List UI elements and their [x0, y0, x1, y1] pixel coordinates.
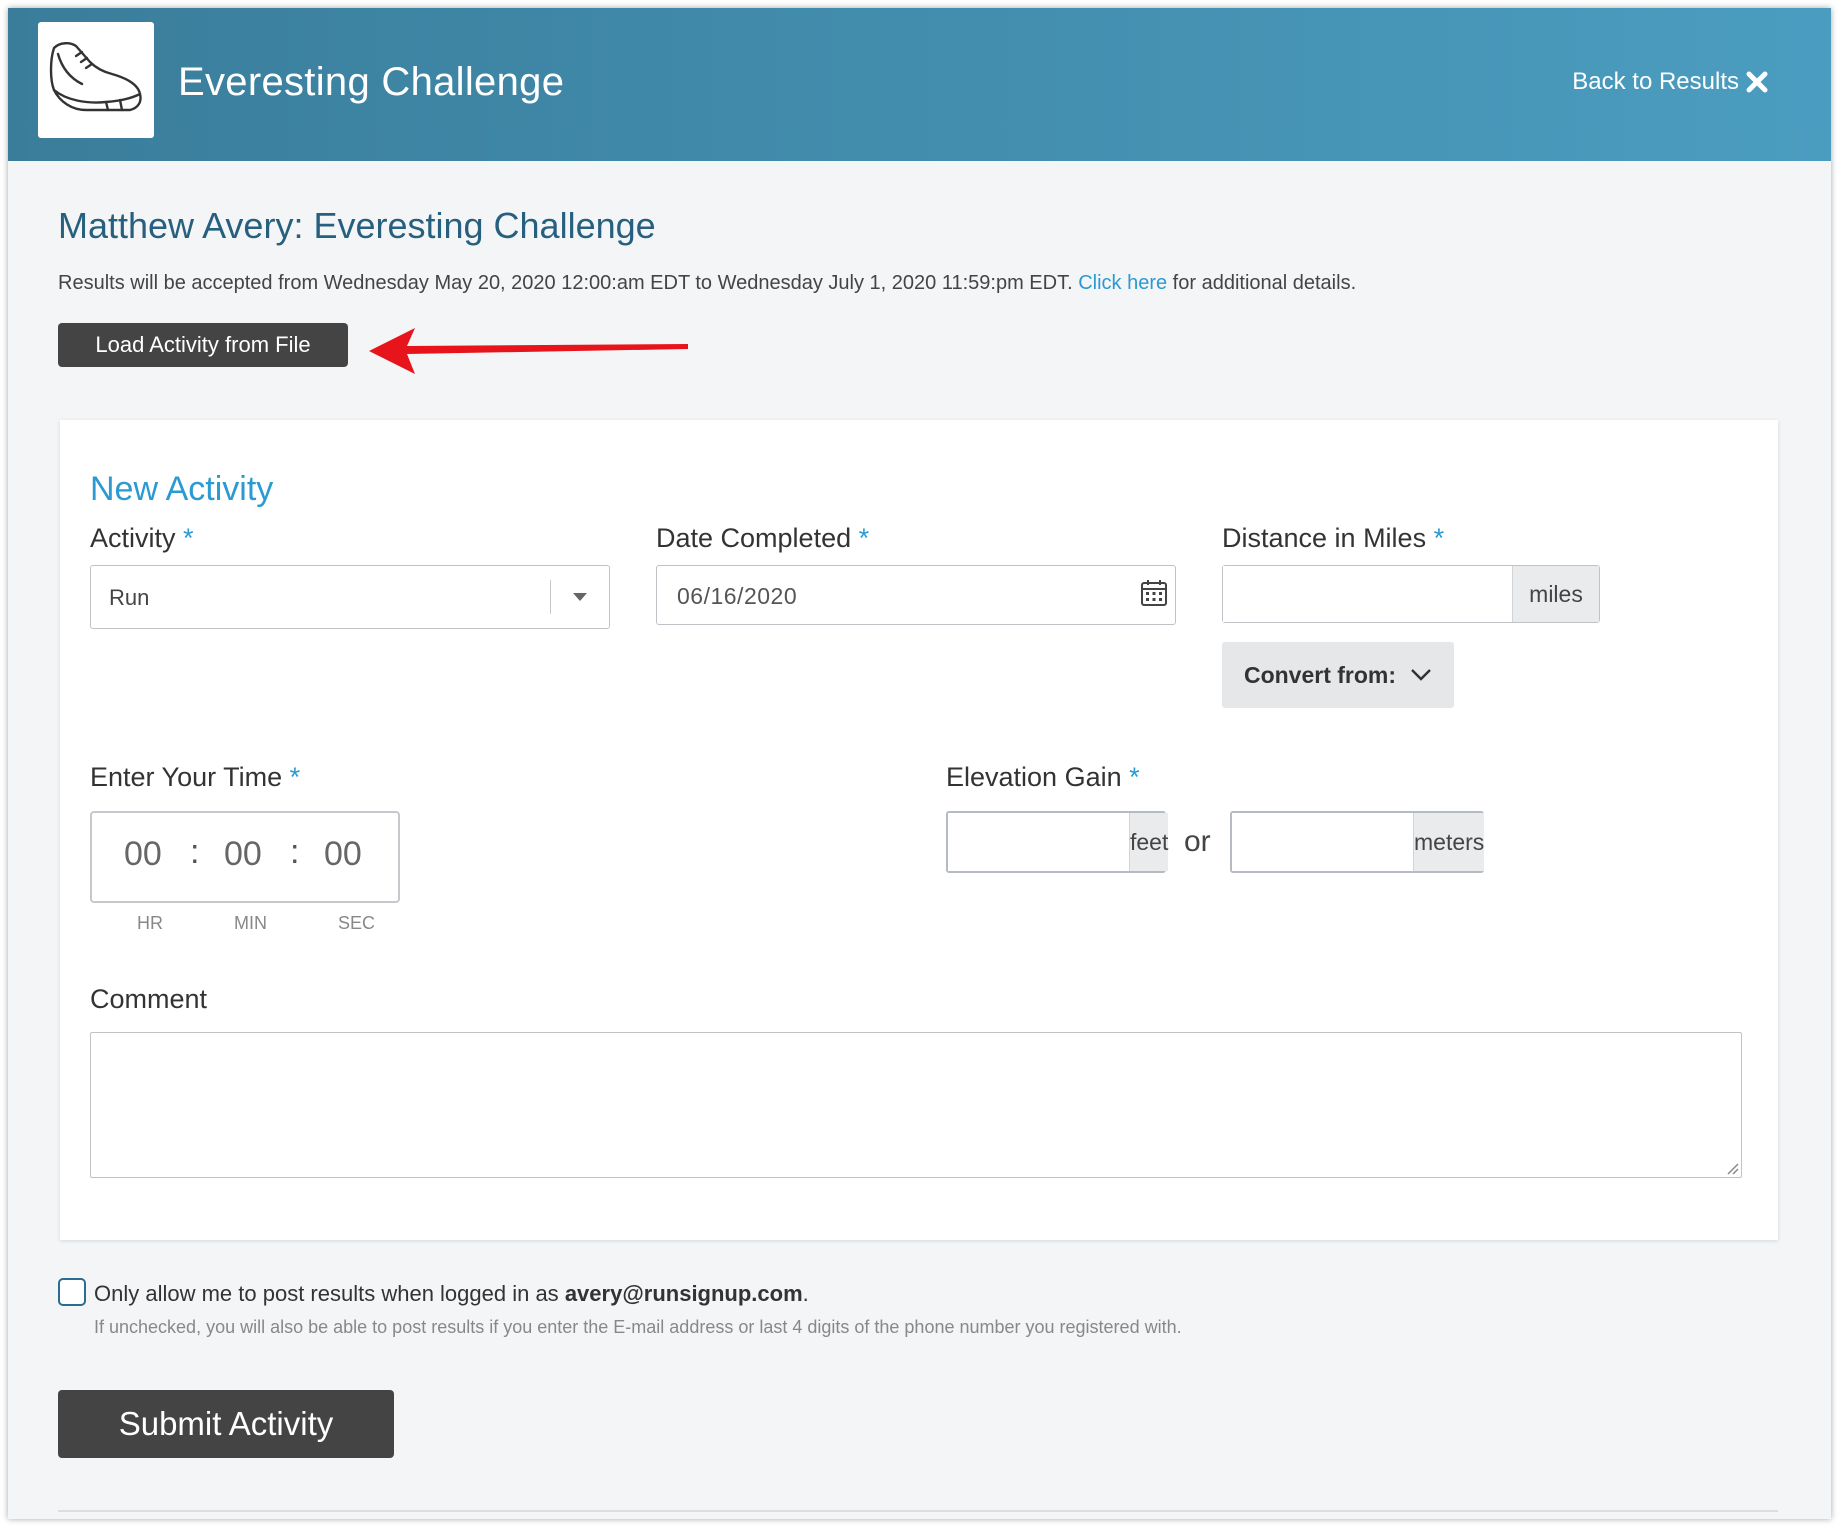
meters-unit-addon: meters	[1413, 813, 1485, 871]
required-marker: *	[1433, 523, 1445, 553]
logo	[38, 22, 154, 138]
details-link[interactable]: Click here	[1078, 272, 1167, 294]
minutes-input[interactable]: 00	[224, 835, 262, 874]
caret-down-icon[interactable]	[573, 593, 587, 601]
load-activity-button[interactable]: Load Activity from File	[58, 323, 348, 367]
section-title: New Activity	[90, 470, 274, 508]
submit-activity-button[interactable]: Submit Activity	[58, 1390, 394, 1458]
feet-unit-addon: feet	[1129, 813, 1169, 871]
elevation-label-text: Elevation Gain	[946, 762, 1122, 792]
divider	[58, 1510, 1778, 1512]
date-value: 06/16/2020	[677, 583, 798, 609]
page-title: Matthew Avery: Everesting Challenge	[58, 205, 656, 246]
login-only-label: Only allow me to post results when logge…	[94, 1281, 809, 1307]
elevation-feet-group: feet	[946, 811, 1169, 873]
comment-label: Comment	[90, 984, 208, 1014]
login-only-suffix: .	[802, 1281, 809, 1306]
back-to-results-label: Back to Results	[1572, 68, 1739, 95]
seconds-input[interactable]: 00	[324, 835, 362, 874]
login-only-text: Only allow me to post results when logge…	[94, 1281, 559, 1306]
acceptance-dates: Results will be accepted from Wednesday …	[58, 272, 1073, 294]
app-title: Everesting Challenge	[178, 60, 565, 104]
login-email: avery@runsignup.com	[564, 1281, 803, 1306]
required-marker: *	[1129, 762, 1140, 792]
back-to-results-link[interactable]: Back to Results	[1572, 68, 1769, 96]
close-icon	[1746, 71, 1768, 93]
activity-label-text: Activity	[90, 523, 176, 553]
select-divider	[550, 580, 551, 614]
date-label-text: Date Completed	[656, 523, 852, 553]
running-shoe-icon	[49, 42, 142, 112]
acceptance-suffix: for additional details.	[1172, 272, 1357, 294]
date-completed-input[interactable]: 06/16/2020	[656, 565, 1176, 625]
sec-caption: SEC	[338, 913, 376, 933]
calendar-icon[interactable]	[1139, 578, 1169, 608]
hr-caption: HR	[137, 913, 163, 933]
app-header: Everesting Challenge Back to Results	[8, 8, 1831, 161]
convert-from-label: Convert from:	[1243, 661, 1397, 688]
elevation-label: Elevation Gain *	[946, 762, 1140, 793]
activity-select[interactable]: Run	[90, 565, 610, 629]
miles-unit-addon: miles	[1512, 566, 1599, 622]
chevron-down-icon	[1411, 669, 1431, 681]
red-arrow-annotation	[369, 328, 688, 374]
time-colon: :	[290, 833, 300, 871]
distance-input[interactable]	[1223, 566, 1512, 622]
or-separator: or	[1184, 825, 1211, 858]
time-label: Enter Your Time *	[90, 762, 300, 793]
required-marker: *	[858, 523, 870, 553]
distance-label: Distance in Miles *	[1222, 523, 1444, 554]
hours-input[interactable]: 00	[124, 835, 162, 874]
required-marker: *	[289, 762, 301, 792]
required-marker: *	[183, 523, 194, 553]
elevation-meters-group: meters	[1230, 811, 1485, 873]
resize-grip-icon[interactable]	[1725, 1161, 1739, 1175]
elevation-feet-input[interactable]	[948, 813, 1129, 871]
date-label: Date Completed *	[656, 523, 869, 554]
login-only-checkbox[interactable]	[58, 1278, 86, 1306]
min-caption: MIN	[234, 913, 267, 933]
app-window: Everesting Challenge Back to Results Mat…	[8, 8, 1831, 1519]
comment-textarea[interactable]	[90, 1032, 1742, 1178]
login-only-help: If unchecked, you will also be able to p…	[94, 1317, 1182, 1337]
activity-select-value: Run	[109, 585, 150, 610]
elevation-meters-input[interactable]	[1232, 813, 1413, 871]
distance-label-text: Distance in Miles	[1222, 523, 1427, 553]
new-activity-card: New Activity Activity * Run Date Complet…	[60, 420, 1778, 1240]
distance-input-group: miles	[1222, 565, 1600, 623]
activity-label: Activity *	[90, 523, 194, 554]
time-entry: 00 : 00 : 00	[90, 811, 400, 903]
time-label-text: Enter Your Time	[90, 762, 283, 792]
time-colon: :	[190, 833, 200, 871]
convert-from-dropdown[interactable]: Convert from:	[1222, 642, 1454, 708]
acceptance-window-text: Results will be accepted from Wednesday …	[58, 272, 1356, 295]
